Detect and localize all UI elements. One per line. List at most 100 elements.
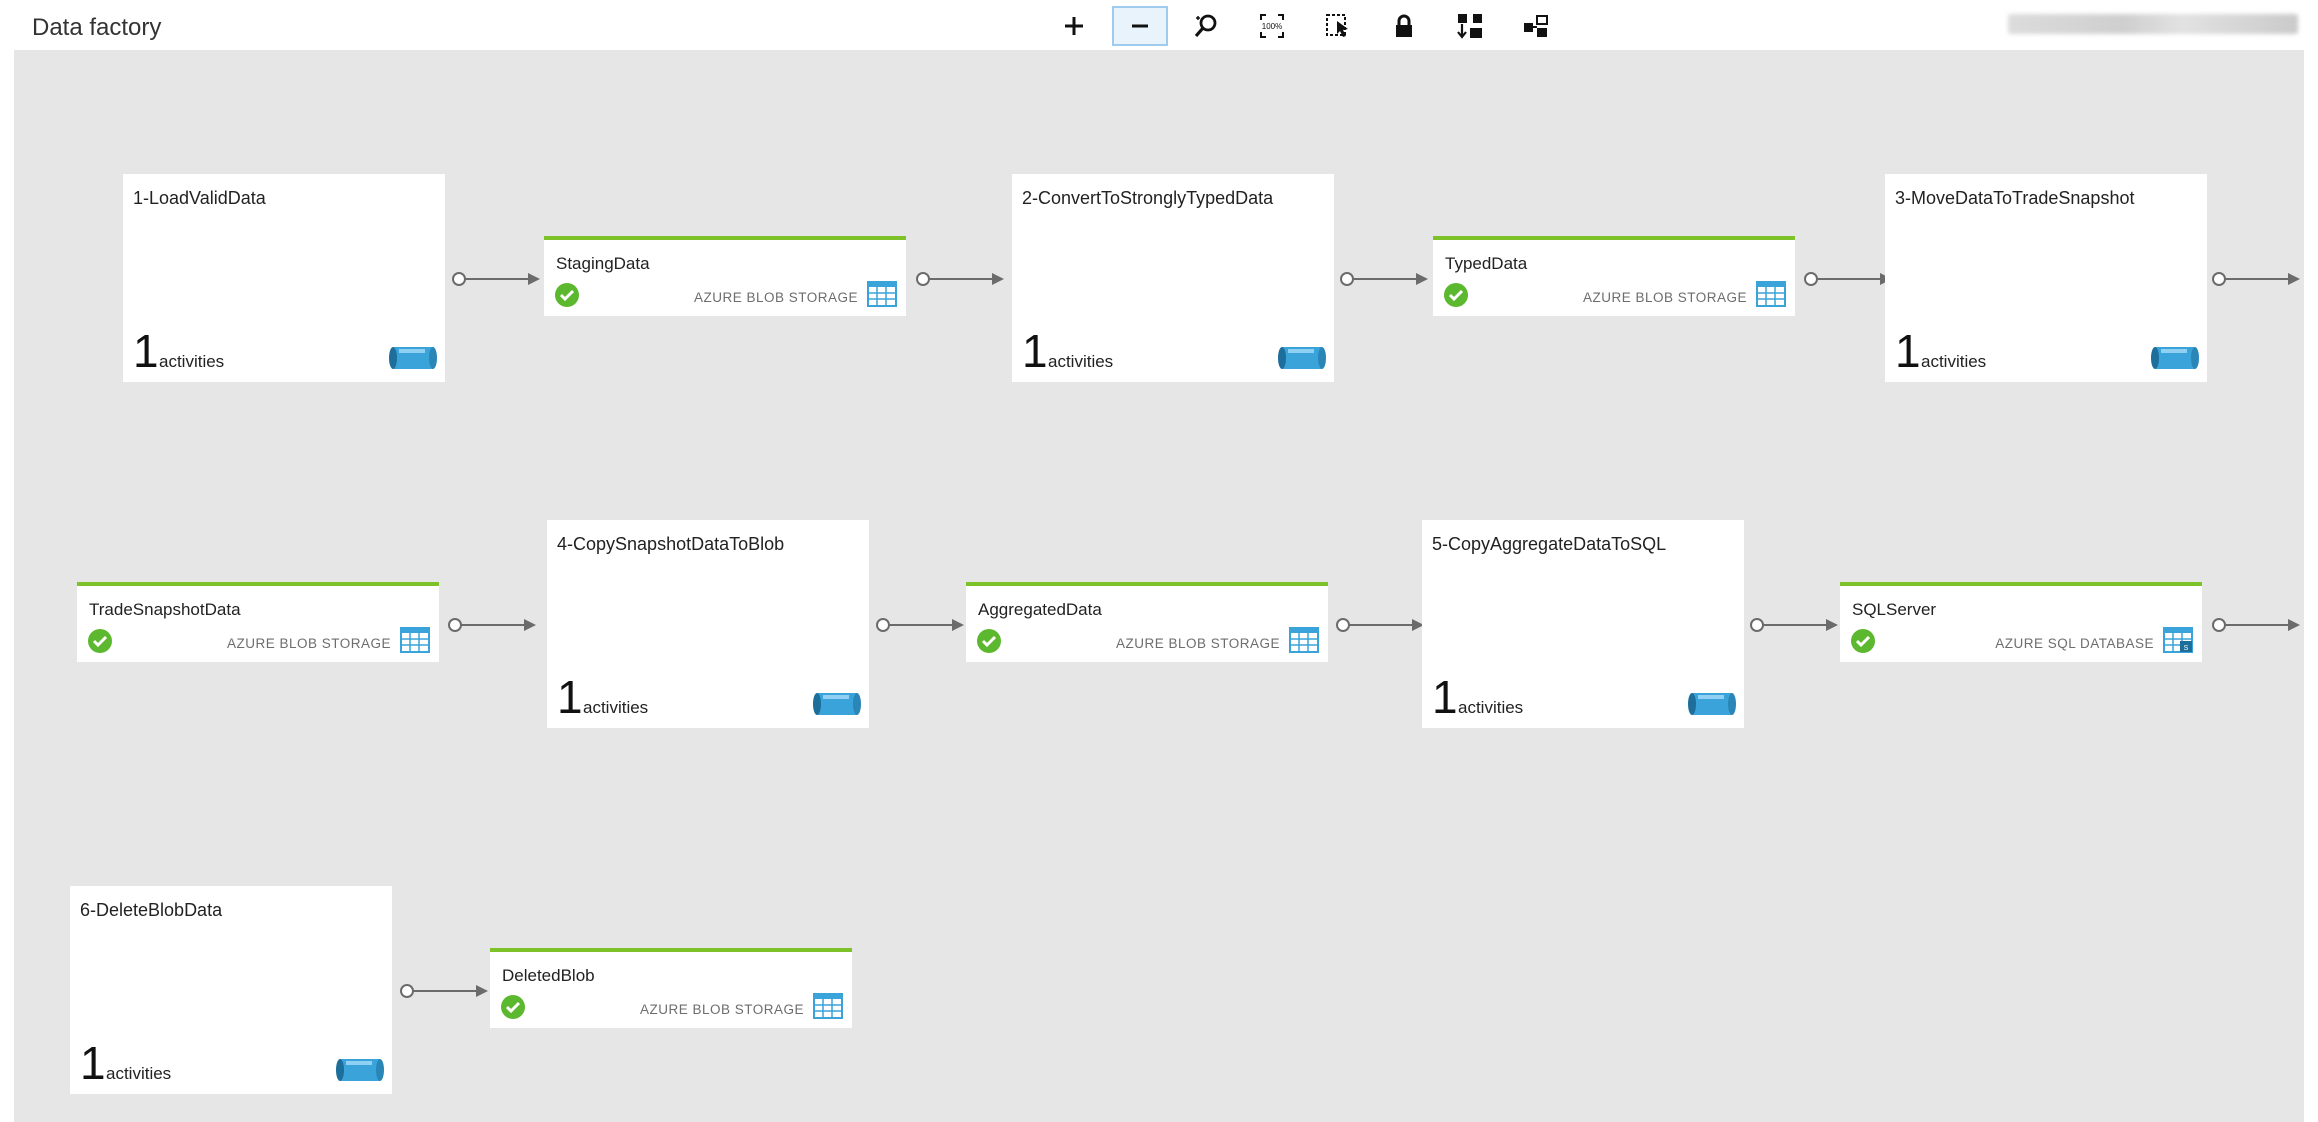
diagram-canvas[interactable]: 1-LoadValidData 1 activities StagingData…: [14, 50, 2304, 1122]
connector-arrow-icon: [1336, 618, 1424, 632]
pipeline-name: 1-LoadValidData: [133, 188, 266, 208]
connector-arrow: [1750, 616, 1840, 634]
zoom-to-fit-button[interactable]: [1178, 6, 1234, 46]
pipeline-node[interactable]: 6-DeleteBlobData 1 activities: [70, 886, 392, 1094]
dataset-node[interactable]: TypedData AZURE BLOB STORAGE: [1433, 236, 1795, 316]
pipeline-cylinder-icon: [389, 347, 437, 369]
diagram-layout-icon: [1524, 15, 1548, 37]
connector-arrow-icon: [876, 618, 964, 632]
pipeline-node[interactable]: 3-MoveDataToTradeSnapshot 1 activities: [1885, 174, 2207, 382]
activity-count: 1: [557, 671, 583, 723]
activity-count-label: activities: [159, 352, 225, 371]
status-ok-icon: [88, 629, 112, 653]
zoom-100-label: 100%: [1262, 22, 1282, 31]
dataset-type: AZURE BLOB STORAGE: [1115, 636, 1280, 651]
svg-text:S: S: [2184, 645, 2189, 652]
minus-icon: [1132, 24, 1148, 28]
search-fit-icon: [1194, 14, 1217, 38]
blob-table-icon: [1289, 627, 1319, 653]
activity-count: 1: [80, 1037, 106, 1089]
connector-arrow: [1804, 270, 1894, 288]
dataset-node[interactable]: TradeSnapshotData AZURE BLOB STORAGE: [77, 582, 439, 662]
dataset-name: TradeSnapshotData: [89, 600, 241, 619]
select-button[interactable]: [1310, 6, 1366, 46]
dataset-node[interactable]: DeletedBlob AZURE BLOB STORAGE: [490, 948, 852, 1028]
pipeline-cylinder-icon: [1688, 693, 1736, 715]
status-ok-icon: [977, 629, 1001, 653]
status-ok-icon: [1444, 283, 1468, 307]
activity-count-label: activities: [1921, 352, 1987, 371]
actual-size-button[interactable]: 100%: [1244, 6, 1300, 46]
connector-arrow: [2212, 616, 2302, 634]
pipeline-cylinder-icon: [1278, 347, 1326, 369]
connector-arrow: [916, 270, 1006, 288]
pipeline-cylinder-icon: [813, 693, 861, 715]
dataset-node[interactable]: StagingData AZURE BLOB STORAGE: [544, 236, 906, 316]
activity-count: 1: [133, 325, 159, 377]
connector-arrow: [448, 616, 538, 634]
dataset-node[interactable]: SQLServer AZURE SQL DATABASE S: [1840, 582, 2202, 662]
dataset-name: SQLServer: [1852, 600, 1937, 619]
pipeline-node[interactable]: 1-LoadValidData 1 activities: [123, 174, 445, 382]
pipeline-name: 6-DeleteBlobData: [80, 900, 223, 920]
connector-arrow: [1340, 270, 1430, 288]
auto-arrange-button[interactable]: [1442, 6, 1498, 46]
zoom-in-button[interactable]: [1046, 6, 1102, 46]
connector-arrow: [452, 270, 542, 288]
activity-count: 1: [1432, 671, 1458, 723]
connector-arrow-icon: [1750, 618, 1838, 632]
pipeline-cylinder-icon: [2151, 347, 2199, 369]
activity-count: 1: [1895, 325, 1921, 377]
pipeline-name: 3-MoveDataToTradeSnapshot: [1895, 188, 2135, 208]
connector-arrow: [400, 982, 490, 1000]
lock-icon: [1396, 14, 1412, 37]
activity-count-label: activities: [583, 698, 649, 717]
connector-arrow-icon: [916, 272, 1004, 286]
pipeline-name: 5-CopyAggregateDataToSQL: [1432, 534, 1667, 554]
connector-arrow: [2212, 270, 2302, 288]
connector-arrow-icon: [448, 618, 536, 632]
connector-arrow-icon: [2212, 618, 2300, 632]
dataset-type: AZURE BLOB STORAGE: [693, 290, 858, 305]
connector-arrow-icon: [400, 984, 488, 998]
status-ok-icon: [555, 283, 579, 307]
activity-count: 1: [1022, 325, 1048, 377]
zoom-100-icon: 100%: [1260, 14, 1284, 38]
blob-table-icon: [1756, 281, 1786, 307]
connector-arrow-icon: [1340, 272, 1428, 286]
status-ok-icon: [501, 995, 525, 1019]
lock-layout-button[interactable]: [1376, 6, 1432, 46]
activity-count-label: activities: [1048, 352, 1114, 371]
blob-table-icon: [813, 993, 843, 1019]
activity-count-label: activities: [106, 1064, 172, 1083]
zoom-out-button[interactable]: [1112, 6, 1168, 46]
diagram-layout-button[interactable]: [1508, 6, 1564, 46]
connector-arrow: [1336, 616, 1426, 634]
dataset-name: StagingData: [556, 254, 650, 273]
auto-arrange-icon: [1457, 14, 1482, 39]
pipeline-cylinder-icon: [336, 1059, 384, 1081]
dataset-type: AZURE SQL DATABASE: [1995, 636, 2154, 651]
pipeline-name: 4-CopySnapshotDataToBlob: [557, 534, 785, 554]
pipeline-node[interactable]: 4-CopySnapshotDataToBlob 1 activities: [547, 520, 869, 728]
pipeline-node[interactable]: 2-ConvertToStronglyTypedData 1 activitie…: [1012, 174, 1334, 382]
dataset-type: AZURE BLOB STORAGE: [1582, 290, 1747, 305]
selection-cursor-icon: [1326, 14, 1348, 37]
activity-count-label: activities: [1458, 698, 1524, 717]
connector-arrow-icon: [452, 272, 540, 286]
pipeline-node[interactable]: 5-CopyAggregateDataToSQL 1 activities: [1422, 520, 1744, 728]
dataset-node[interactable]: AggregatedData AZURE BLOB STORAGE: [966, 582, 1328, 662]
dataset-type: AZURE BLOB STORAGE: [639, 1002, 804, 1017]
plus-icon: [1065, 17, 1083, 35]
top-bar: Data factory 100%: [0, 0, 2318, 50]
blob-table-icon: [867, 281, 897, 307]
status-ok-icon: [1851, 629, 1875, 653]
dataset-name: TypedData: [1445, 254, 1528, 273]
page-title: Data factory: [32, 14, 162, 41]
dataset-type: AZURE BLOB STORAGE: [226, 636, 391, 651]
dataset-name: AggregatedData: [978, 600, 1102, 619]
diagram-toolbar: 100%: [1046, 4, 1574, 48]
connector-arrow: [876, 616, 966, 634]
blob-table-icon: [400, 627, 430, 653]
pipeline-name: 2-ConvertToStronglyTypedData: [1022, 188, 1274, 208]
